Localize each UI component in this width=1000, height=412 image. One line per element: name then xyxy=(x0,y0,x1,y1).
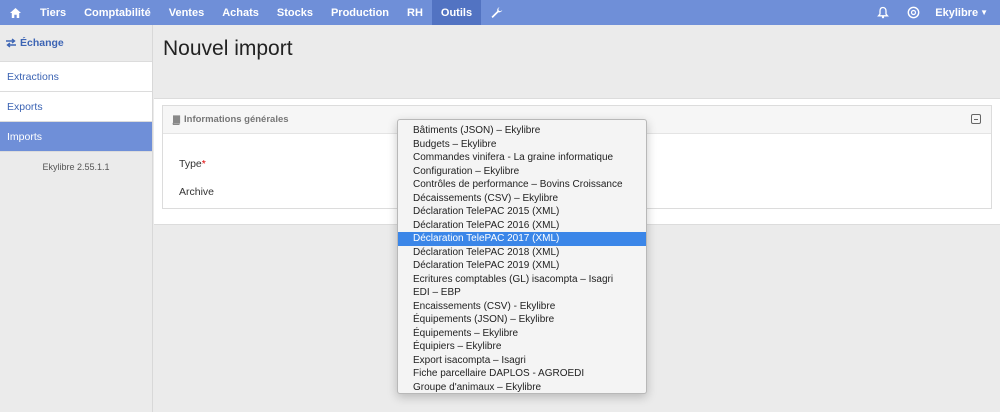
dropdown-option[interactable]: Déclaration TelePAC 2017 (XML) xyxy=(398,232,646,246)
dropdown-option[interactable]: Commandes vinifera - La graine informati… xyxy=(398,151,646,165)
dropdown-option[interactable]: Décaissements (CSV) – Ekylibre xyxy=(398,192,646,206)
version-label: Ekylibre 2.55.1.1 xyxy=(42,162,110,172)
user-menu[interactable]: Ekylibre ▼ xyxy=(929,0,1000,25)
nav-item-outils[interactable]: Outils xyxy=(431,0,482,25)
dropdown-option[interactable]: Déclaration TelePAC 2015 (XML) xyxy=(398,205,646,219)
dropdown-option[interactable]: Export isacompta – Isagri xyxy=(398,354,646,368)
nav-item-achats[interactable]: Achats xyxy=(213,0,268,25)
nav-item-ventes[interactable]: Ventes xyxy=(160,0,213,25)
dropdown-option[interactable]: Budgets – Ekylibre xyxy=(398,138,646,152)
dropdown-option[interactable]: Contrôles de performance – Bovins Croiss… xyxy=(398,178,646,192)
exchange-icon xyxy=(6,38,16,48)
user-menu-label: Ekylibre xyxy=(935,6,979,19)
book-icon xyxy=(172,114,181,125)
dropdown-option[interactable]: Configuration – Ekylibre xyxy=(398,165,646,179)
caret-down-icon: ▼ xyxy=(980,8,988,17)
page-title: Nouvel import xyxy=(163,37,293,60)
top-navbar: Tiers Comptabilité Ventes Achats Stocks Produ… xyxy=(0,0,1000,25)
sidebar-heading-label: Échange xyxy=(20,37,64,49)
dropdown-option[interactable]: Bâtiments (JSON) – Ekylibre xyxy=(398,124,646,138)
dropdown-option[interactable]: Déclaration TelePAC 2016 (XML) xyxy=(398,219,646,233)
collapse-icon[interactable] xyxy=(971,114,981,124)
dropdown-option[interactable]: Équipements – Ekylibre xyxy=(398,327,646,341)
dropdown-option[interactable]: EDI – EBP xyxy=(398,286,646,300)
dropdown-option[interactable]: Déclaration TelePAC 2019 (XML) xyxy=(398,259,646,273)
dropdown-option[interactable]: Groupe d'animaux – Ekylibre xyxy=(398,381,646,394)
sidebar-item-extractions[interactable]: Extractions xyxy=(0,62,152,92)
nav-item-stocks[interactable]: Stocks xyxy=(268,0,322,25)
archive-label: Archive xyxy=(179,186,215,198)
dropdown-option[interactable]: Fiche parcellaire DAPLOS - AGROEDI xyxy=(398,367,646,381)
dropdown-option[interactable]: Déclaration TelePAC 2018 (XML) xyxy=(398,246,646,260)
dropdown-option[interactable]: Équipiers – Ekylibre xyxy=(398,340,646,354)
home-icon[interactable] xyxy=(0,0,31,25)
sidebar-heading: Échange xyxy=(0,25,152,62)
type-label: Type* xyxy=(179,158,206,170)
nav-item-comptabilité[interactable]: Comptabilité xyxy=(75,0,160,25)
panel-title: Informations générales xyxy=(184,114,289,125)
bell-icon[interactable] xyxy=(868,0,898,25)
dropdown-option[interactable]: Encaissements (CSV) - Ekylibre xyxy=(398,300,646,314)
sidebar-item-imports[interactable]: Imports xyxy=(0,122,152,152)
type-label-text: Type xyxy=(179,158,202,170)
wrench-icon[interactable] xyxy=(481,0,512,25)
globe-icon[interactable] xyxy=(898,0,929,25)
nav-item-production[interactable]: Production xyxy=(322,0,398,25)
sidebar: Échange Extractions Exports Imports Ekylib… xyxy=(0,25,153,412)
nav-item-tiers[interactable]: Tiers xyxy=(31,0,75,25)
sidebar-item-exports[interactable]: Exports xyxy=(0,92,152,122)
required-marker: * xyxy=(201,158,206,170)
type-select-dropdown[interactable]: Bâtiments (JSON) – Ekylibre Budgets – Eky… xyxy=(397,119,647,394)
dropdown-option[interactable]: Ecritures comptables (GL) isacompta – Is… xyxy=(398,273,646,287)
nav-item-rh[interactable]: RH xyxy=(398,0,432,25)
dropdown-option[interactable]: Équipements (JSON) – Ekylibre xyxy=(398,313,646,327)
